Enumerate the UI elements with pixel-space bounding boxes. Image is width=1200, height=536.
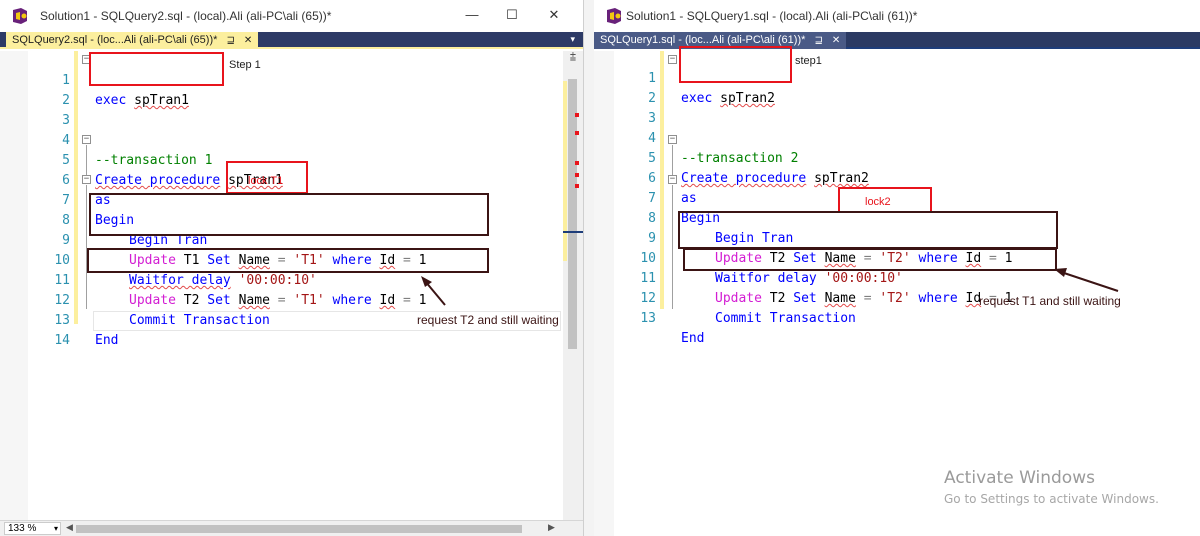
- lock-annotation-label: lock2: [865, 196, 891, 208]
- code-line: 4 --transaction 2: [594, 109, 1200, 166]
- window-title: Solution1 - SQLQuery1.sql - (local).Ali …: [626, 9, 918, 23]
- window-title: Solution1 - SQLQuery2.sql - (local).Ali …: [40, 9, 332, 23]
- tab-label: SQLQuery1.sql - (loc...Ali (ali-PC\ali (…: [600, 34, 806, 46]
- request-annotation-label: request T1 and still waiting: [979, 294, 1121, 308]
- code-line: 2: [0, 71, 583, 108]
- code-editor[interactable]: − − − 1 exec spTran2 2 3 4 --transaction…: [594, 46, 1200, 536]
- code-line: 12 Commit Transaction: [0, 271, 583, 328]
- request-annotation-label: request T2 and still waiting: [417, 313, 559, 327]
- close-tab-icon[interactable]: ✕: [244, 32, 252, 49]
- right-editor-window: Solution1 - SQLQuery1.sql - (local).Ali …: [594, 0, 1200, 536]
- zoom-select[interactable]: 133 % ▾: [4, 522, 61, 535]
- vertical-scrollbar[interactable]: ⩲: [563, 51, 583, 520]
- activate-windows-watermark: Activate Windows Go to Settings to activ…: [944, 468, 1159, 506]
- line-number: 13: [640, 311, 656, 326]
- step-annotation-box: [89, 52, 224, 86]
- split-icon[interactable]: ⩲: [563, 51, 583, 64]
- code-line: 13 End: [0, 291, 583, 348]
- error-marker: [575, 161, 579, 165]
- error-marker: [575, 113, 579, 117]
- left-editor-window: Solution1 - SQLQuery2.sql - (local).Ali …: [0, 0, 584, 536]
- document-tab-strip: SQLQuery2.sql - (loc...Ali (ali-PC\ali (…: [0, 32, 583, 49]
- close-tab-icon[interactable]: ✕: [832, 32, 840, 49]
- close-button[interactable]: ✕: [534, 2, 574, 28]
- error-marker: [575, 173, 579, 177]
- watermark-subtitle: Go to Settings to activate Windows.: [944, 492, 1159, 506]
- line-number: 14: [54, 333, 70, 348]
- chevron-down-icon[interactable]: ▾: [54, 523, 58, 534]
- window-gap: [584, 0, 594, 536]
- error-marker: [575, 184, 579, 188]
- update-t1-annotation-box: [89, 193, 489, 236]
- code-line: 7 Begin: [594, 169, 1200, 226]
- scroll-right-icon[interactable]: ▶: [548, 522, 555, 533]
- code-line: 5 Create procedure spTran2: [594, 129, 1200, 186]
- tab-dropdown-icon[interactable]: ▾: [570, 34, 575, 45]
- error-marker: [575, 131, 579, 135]
- arrow-icon: [421, 276, 446, 306]
- visual-studio-icon: [607, 8, 621, 24]
- minimize-button[interactable]: —: [452, 2, 492, 28]
- step-annotation-label: Step 1: [229, 59, 261, 71]
- pin-icon[interactable]: ⊒: [226, 32, 234, 49]
- maximize-button[interactable]: ☐: [492, 2, 532, 28]
- title-bar: Solution1 - SQLQuery2.sql - (local).Ali …: [0, 0, 583, 32]
- caret-position-marker: [563, 231, 583, 233]
- code-line: 1 exec spTran1: [0, 51, 583, 108]
- arrow-icon: [1054, 268, 1119, 292]
- watermark-title: Activate Windows: [944, 468, 1095, 488]
- code-line: 3: [594, 89, 1200, 126]
- tab-sqlquery2[interactable]: SQLQuery2.sql - (loc...Ali (ali-PC\ali (…: [6, 32, 259, 49]
- update-t2-annotation-box: [678, 211, 1058, 249]
- horizontal-scroll-thumb[interactable]: [76, 525, 522, 533]
- code-line: 3: [0, 91, 583, 128]
- scroll-left-icon[interactable]: ◀: [66, 522, 73, 533]
- step-annotation-box: [679, 46, 792, 83]
- code-line: 6 as: [594, 149, 1200, 206]
- editor-status-bar: 133 % ▾ ◀ ▶: [0, 520, 583, 536]
- scroll-thumb[interactable]: [568, 79, 577, 349]
- visual-studio-icon: [13, 8, 27, 24]
- change-map-bar: [563, 81, 567, 261]
- title-bar: Solution1 - SQLQuery1.sql - (local).Ali …: [594, 0, 1200, 32]
- step-annotation-label: step1: [795, 55, 822, 67]
- update-t2-annotation-box: [87, 248, 489, 273]
- code-line: 4 --transaction 1: [0, 111, 583, 168]
- code-editor[interactable]: − − − 1 exec spTran1 2 3 4 --transaction…: [0, 51, 583, 536]
- blocked-update-annotation-box: [683, 248, 1057, 271]
- tab-label: SQLQuery2.sql - (loc...Ali (ali-PC\ali (…: [12, 34, 218, 46]
- code-line: 5 Create procedure spTran1: [0, 131, 583, 188]
- lock-annotation-label: lock T1: [248, 175, 284, 187]
- pin-icon[interactable]: ⊒: [814, 32, 822, 49]
